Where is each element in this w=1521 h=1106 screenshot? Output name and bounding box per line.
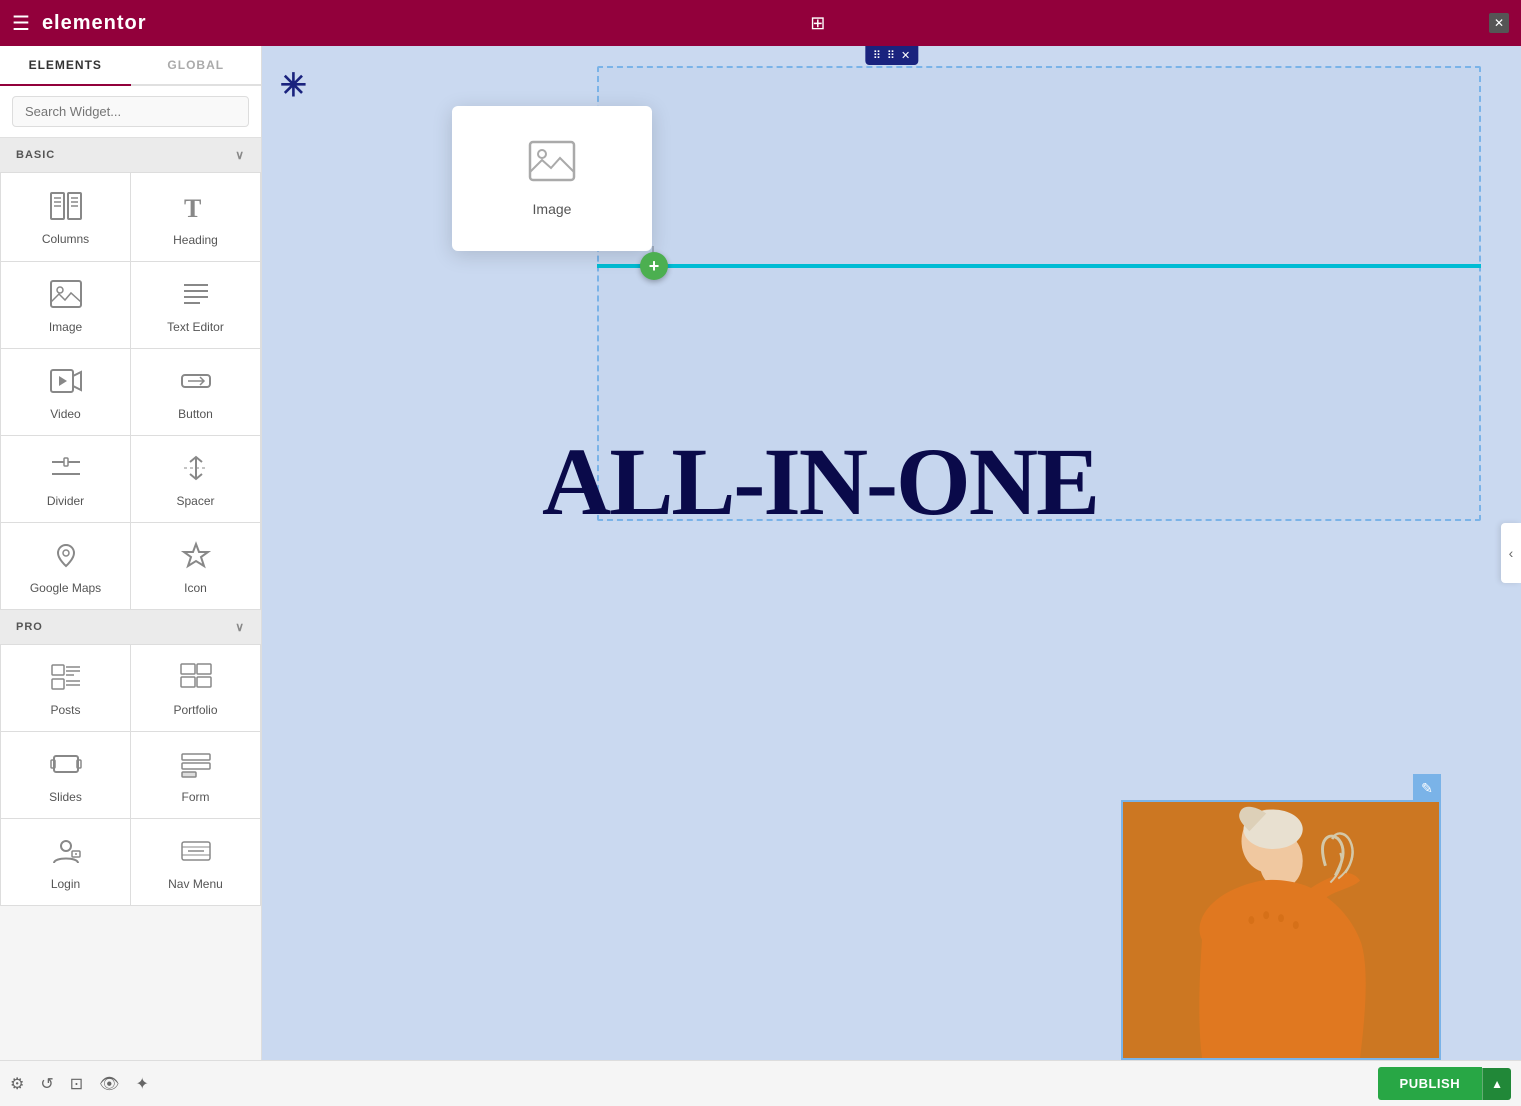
widget-divider[interactable]: Divider [1, 436, 130, 522]
section-basic-header[interactable]: BASIC ∨ [0, 138, 261, 172]
image-drag-widget: Image [452, 106, 652, 251]
publish-button[interactable]: PUBLISH [1378, 1067, 1483, 1100]
save-options-icon[interactable]: ✦ [135, 1074, 148, 1094]
icon-widget-icon [180, 541, 212, 573]
panel-tabs: ELEMENTS GLOBAL [0, 46, 261, 86]
login-icon [50, 837, 82, 869]
widget-form-label: Form [182, 790, 210, 804]
chevron-down-icon-pro: ∨ [235, 620, 245, 634]
drop-indicator-line [597, 264, 1481, 268]
tab-elements[interactable]: ELEMENTS [0, 46, 131, 86]
svg-text:T: T [184, 194, 201, 221]
search-input[interactable] [12, 96, 249, 127]
widget-posts-label: Posts [50, 703, 80, 717]
spacer-icon [180, 454, 212, 486]
widget-text-editor[interactable]: Text Editor [131, 262, 260, 348]
window-close-icon[interactable]: ✕ [1489, 13, 1509, 33]
video-icon [50, 367, 82, 399]
columns-icon [50, 192, 82, 224]
widget-icon[interactable]: Icon [131, 523, 260, 609]
section-pro-label: PRO [16, 621, 43, 633]
text-editor-icon [180, 280, 212, 312]
drag-tooltip: ⠿ ⠿ ✕ [865, 46, 918, 65]
section-pro-header[interactable]: PRO ∨ [0, 610, 261, 644]
nav-menu-icon [180, 837, 212, 869]
preview-icon[interactable]: 👁 [99, 1074, 119, 1094]
image-edit-badge[interactable]: ✎ [1413, 774, 1441, 802]
widget-nav-menu[interactable]: Nav Menu [131, 819, 260, 905]
slides-icon [50, 750, 82, 782]
widget-login[interactable]: Login [1, 819, 130, 905]
widget-button[interactable]: Button [131, 349, 260, 435]
image-widget-label: Image [533, 201, 572, 217]
widget-google-maps[interactable]: Google Maps [1, 523, 130, 609]
section-basic-label: BASIC [16, 149, 55, 161]
product-image [1121, 800, 1441, 1060]
widget-video[interactable]: Video [1, 349, 130, 435]
hamburger-icon[interactable]: ☰ [12, 11, 30, 36]
search-bar [0, 86, 261, 138]
widget-button-label: Button [178, 407, 213, 421]
image-placeholder-icon [528, 140, 576, 191]
widget-divider-label: Divider [47, 494, 84, 508]
drag-close-icon[interactable]: ✕ [901, 49, 910, 62]
basic-widgets-grid: Columns T Heading Image [0, 172, 261, 610]
pro-widgets-grid: Posts Portfolio [0, 644, 261, 906]
widget-heading-label: Heading [173, 233, 218, 247]
portfolio-icon [180, 663, 212, 695]
chevron-down-icon: ∨ [235, 148, 245, 162]
panel-collapse-handle[interactable]: ‹ [1501, 523, 1521, 583]
settings-icon[interactable]: ⚙ [10, 1074, 24, 1094]
all-in-one-heading: ALL-IN-ONE [542, 426, 1501, 537]
widget-icon-label: Icon [184, 581, 207, 595]
widget-login-label: Login [51, 877, 80, 891]
widget-spacer-label: Spacer [176, 494, 214, 508]
widget-spacer[interactable]: Spacer [131, 436, 260, 522]
widget-portfolio-label: Portfolio [173, 703, 217, 717]
history-icon[interactable]: ↺ [40, 1074, 53, 1094]
add-element-button[interactable]: + [640, 252, 668, 280]
button-icon [180, 367, 212, 399]
widget-form[interactable]: Form [131, 732, 260, 818]
widget-video-label: Video [50, 407, 80, 421]
publish-arrow-button[interactable]: ▲ [1482, 1068, 1511, 1100]
widget-image[interactable]: Image [1, 262, 130, 348]
image-icon [50, 280, 82, 312]
heading-icon: T [181, 191, 211, 225]
drag-handle-icon: ⠿ [873, 49, 881, 62]
bottom-bar-icons: ⚙ ↺ ⊡ 👁 ✦ [10, 1074, 149, 1094]
responsive-icon[interactable]: ⊡ [70, 1074, 83, 1094]
google-maps-icon [50, 541, 82, 573]
elementor-logo: elementor [42, 12, 147, 35]
widget-slides[interactable]: Slides [1, 732, 130, 818]
widget-image-label: Image [49, 320, 82, 334]
publish-button-group: PUBLISH ▲ [1378, 1067, 1511, 1100]
bottom-bar: ⚙ ↺ ⊡ 👁 ✦ PUBLISH ▲ [0, 1060, 1521, 1106]
widget-columns-label: Columns [42, 232, 89, 246]
asterisk-decoration: ✳ [280, 66, 307, 104]
drag-move-icon: ⠿ [887, 49, 895, 62]
divider-icon [50, 454, 82, 486]
posts-icon [50, 663, 82, 695]
widget-google-maps-label: Google Maps [30, 581, 101, 595]
widget-slides-label: Slides [49, 790, 82, 804]
form-icon [180, 750, 212, 782]
apps-icon[interactable]: ⊞ [810, 13, 825, 34]
tab-global[interactable]: GLOBAL [131, 46, 262, 84]
chevron-left-icon: ‹ [1509, 545, 1514, 561]
main-layout: ELEMENTS GLOBAL BASIC ∨ [0, 46, 1521, 1060]
top-bar: ☰ elementor ⊞ ✕ [0, 0, 1521, 46]
widget-portfolio[interactable]: Portfolio [131, 645, 260, 731]
canvas-area: ✳ ⠿ ⠿ ✕ Image + ALL-IN-ONE [262, 46, 1521, 1060]
widget-nav-menu-label: Nav Menu [168, 877, 223, 891]
left-panel: ELEMENTS GLOBAL BASIC ∨ [0, 46, 262, 1060]
widget-posts[interactable]: Posts [1, 645, 130, 731]
widget-heading[interactable]: T Heading [131, 173, 260, 261]
widget-text-editor-label: Text Editor [167, 320, 224, 334]
widget-columns[interactable]: Columns [1, 173, 130, 261]
pencil-icon: ✎ [1421, 780, 1433, 797]
